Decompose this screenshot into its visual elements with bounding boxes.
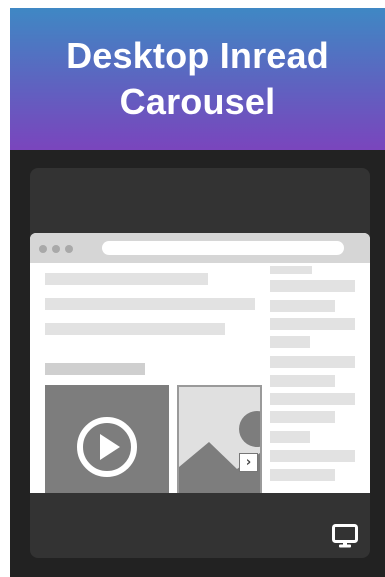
sidebar-placeholder-line	[270, 336, 310, 348]
card-title: Desktop Inread Carousel	[66, 35, 329, 122]
sidebar-placeholder-line	[270, 411, 335, 423]
desktop-monitor-icon	[332, 524, 358, 548]
address-bar	[102, 241, 344, 255]
text-placeholder-line	[45, 298, 255, 310]
text-placeholder-line	[45, 273, 208, 285]
play-circle-icon	[77, 417, 137, 477]
carousel-image-tile[interactable]	[177, 385, 262, 493]
ad-format-card[interactable]: Desktop Inread Carousel ›	[10, 8, 385, 577]
sidebar-placeholder-line	[270, 393, 355, 405]
chevron-right-icon[interactable]: ›	[239, 453, 258, 472]
section-heading-placeholder	[45, 363, 145, 375]
window-dot-icon	[52, 245, 60, 253]
image-placeholder-icon	[179, 411, 260, 493]
browser-toolbar	[30, 233, 370, 263]
sidebar-placeholder-line	[270, 280, 355, 292]
sidebar-placeholder-line	[270, 450, 355, 462]
preview-panel: ›	[30, 168, 370, 558]
window-dot-icon	[65, 245, 73, 253]
sidebar-placeholder-line	[270, 356, 355, 368]
carousel-video-tile[interactable]	[45, 385, 169, 493]
sidebar-placeholder-line	[270, 431, 310, 443]
sidebar-placeholder-line	[270, 469, 335, 481]
card-header: Desktop Inread Carousel	[10, 8, 385, 150]
sidebar-placeholder-line	[270, 266, 312, 274]
text-placeholder-line	[45, 323, 225, 335]
sidebar-placeholder-line	[270, 375, 335, 387]
sidebar-placeholder-line	[270, 300, 335, 312]
browser-mockup: ›	[30, 233, 370, 493]
window-dot-icon	[39, 245, 47, 253]
sidebar-placeholder-line	[270, 318, 355, 330]
